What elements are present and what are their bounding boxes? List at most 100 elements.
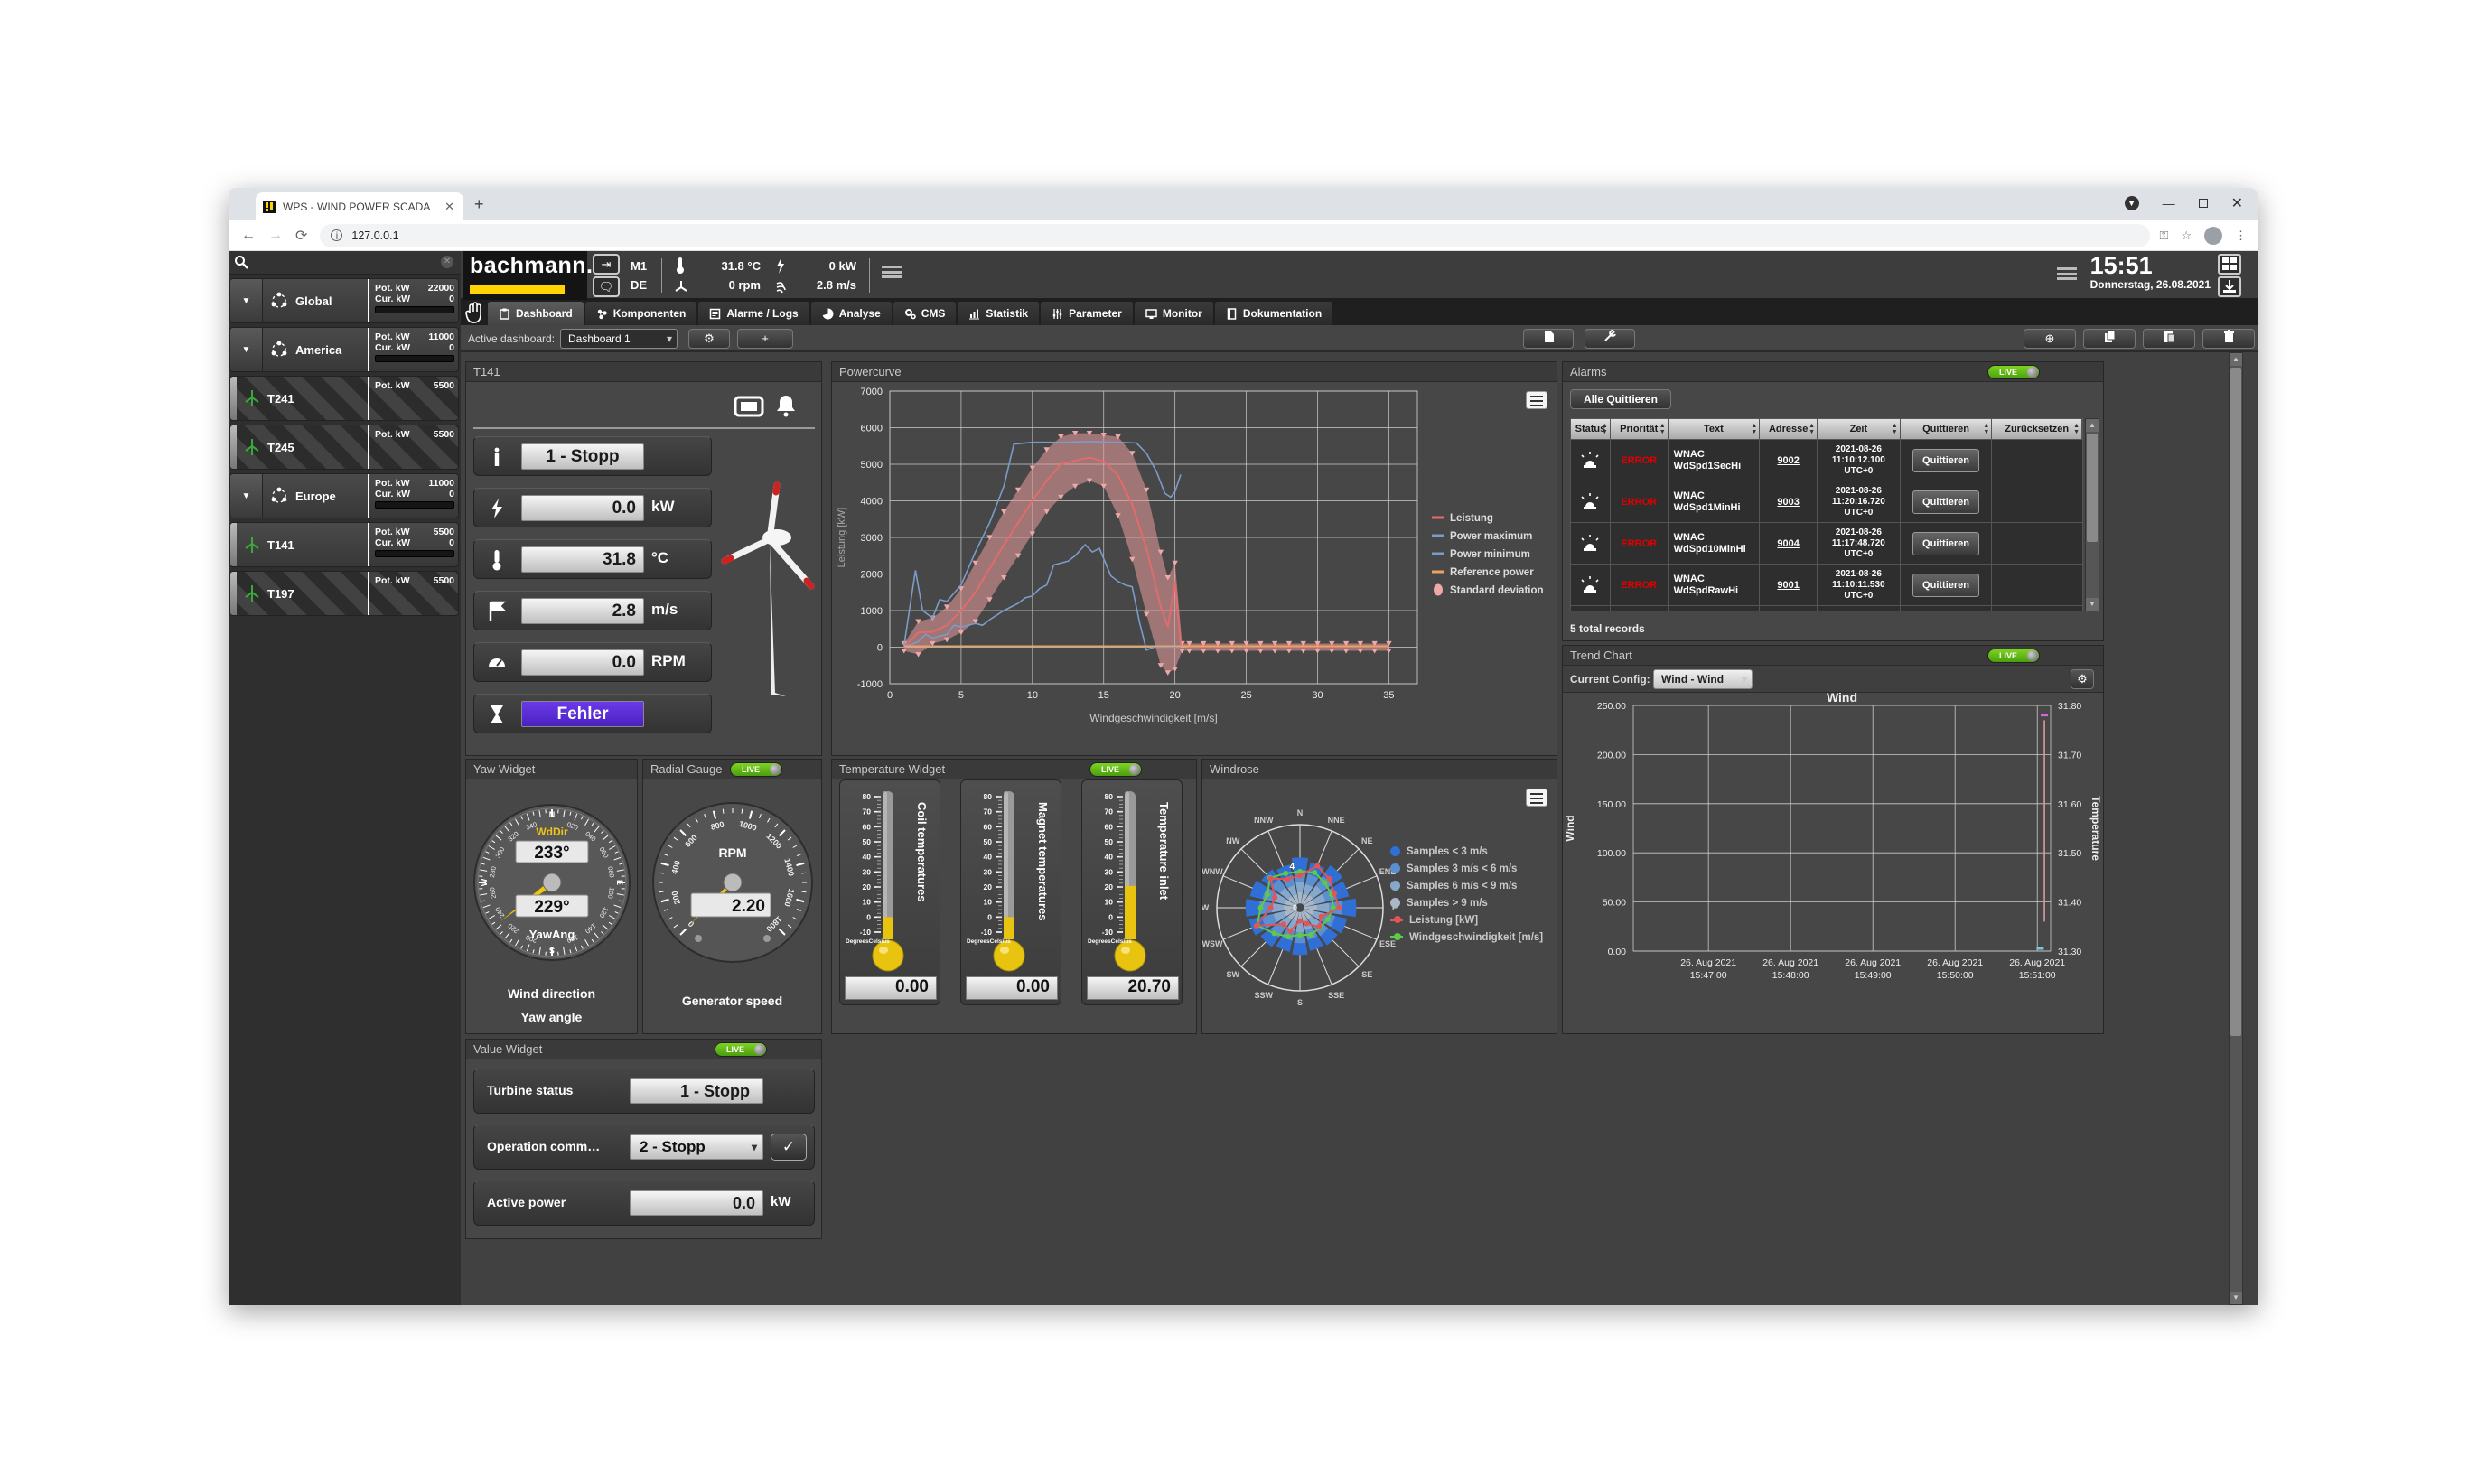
rose-point: [1308, 932, 1313, 938]
alarms-live-toggle[interactable]: LIVE: [1987, 365, 2040, 379]
browser-tab[interactable]: WPS - WIND POWER SCADA ✕: [256, 192, 463, 220]
export-button[interactable]: [2218, 276, 2241, 297]
chart-text: 233°: [534, 844, 569, 863]
tab-close-icon[interactable]: ✕: [443, 200, 456, 214]
value-live-toggle[interactable]: LIVE: [715, 1042, 767, 1057]
scroll-up-icon[interactable]: ▲: [2230, 353, 2242, 366]
scroll-down-icon[interactable]: ▼: [2230, 1292, 2242, 1304]
reload-button[interactable]: ⟳: [295, 227, 307, 245]
scroll-down-icon[interactable]: ▼: [2086, 598, 2099, 611]
address-bar[interactable]: i 127.0.0.1: [320, 224, 2150, 247]
search-clear-icon[interactable]: ✕: [441, 256, 453, 268]
dashboard-settings-button[interactable]: ⚙: [688, 329, 730, 349]
sidebar-item-t241[interactable]: T241Pot. kW5500: [229, 376, 459, 421]
operation-command-select[interactable]: 2 - Stopp▾: [630, 1134, 763, 1160]
quittieren-button[interactable]: Quittieren: [1912, 574, 1979, 597]
copy-button[interactable]: [2083, 329, 2136, 349]
bell-icon[interactable]: [773, 393, 799, 423]
scroll-thumb[interactable]: [2087, 434, 2098, 542]
alarm-address-link[interactable]: 9004: [1777, 538, 1799, 549]
messages-button[interactable]: 🗨: [593, 276, 620, 297]
sidebar-item-europe[interactable]: ▼EuropePot. kW11000Cur. kW0: [229, 473, 459, 518]
scroll-up-icon[interactable]: ▲: [2086, 419, 2099, 432]
config-select[interactable]: Wind - Wind: [1653, 669, 1753, 689]
bookmark-star-icon[interactable]: ☆: [2181, 229, 2192, 243]
tree-search-bar[interactable]: ✕: [229, 251, 461, 275]
trend-live-toggle[interactable]: LIVE: [1987, 649, 2040, 663]
alarms-scrollbar[interactable]: ▲ ▼: [2085, 418, 2099, 611]
trend-settings-button[interactable]: ⚙: [2071, 669, 2094, 689]
tab-analyse[interactable]: Analyse: [811, 302, 892, 325]
scroll-thumb[interactable]: [2230, 368, 2241, 1036]
site-info-icon[interactable]: i: [331, 229, 342, 241]
quittieren-button[interactable]: Quittieren: [1912, 532, 1979, 555]
password-key-icon[interactable]: ⚿: [2159, 229, 2168, 243]
paste-button[interactable]: [2143, 329, 2195, 349]
chart-text: 15:50:00: [1937, 970, 1974, 981]
column-header-quittieren[interactable]: Quittieren▲ ▼: [1901, 419, 1993, 439]
close-button[interactable]: ✕: [2231, 194, 2243, 212]
back-button[interactable]: ←: [241, 228, 256, 244]
tab-dokumentation[interactable]: Dokumentation: [1215, 302, 1332, 325]
column-header-zurücksetzen[interactable]: Zurücksetzen▲ ▼: [1992, 419, 2082, 439]
dashboard-add-button[interactable]: +: [737, 329, 793, 349]
screen-icon[interactable]: [734, 395, 764, 423]
sidebar-item-t197[interactable]: T197Pot. kW5500: [229, 571, 459, 616]
edit-tools-button[interactable]: [1585, 329, 1635, 349]
expand-chevron-icon[interactable]: ▼: [230, 279, 263, 322]
tab-statistik[interactable]: Statistik: [958, 302, 1039, 325]
menu-kebab-icon[interactable]: ⋮: [2235, 229, 2247, 243]
login-button[interactable]: ⇥: [593, 254, 620, 275]
sidebar-item-global[interactable]: ▼GlobalPot. kW22000Cur. kW0: [229, 278, 459, 323]
sidebar-item-t245[interactable]: T245Pot. kW5500: [229, 425, 459, 470]
confirm-command-button[interactable]: ✓: [771, 1134, 807, 1161]
tab-dashboard[interactable]: Dashboard: [488, 302, 584, 325]
new-page-button[interactable]: [1523, 329, 1574, 349]
restore-button[interactable]: [2199, 199, 2208, 208]
tab-monitor[interactable]: Monitor: [1135, 302, 1213, 325]
minimize-button[interactable]: —: [2163, 196, 2175, 210]
rect: [974, 312, 976, 318]
t141-row-kw: 0.0kW: [473, 488, 712, 527]
forward-button[interactable]: →: [268, 228, 283, 244]
tab-cms[interactable]: CMS: [893, 302, 957, 325]
column-header-zeit[interactable]: Zeit▲ ▼: [1818, 419, 1901, 439]
dashboard-select[interactable]: Dashboard 1: [560, 329, 678, 349]
add-widget-button[interactable]: ⊕: [2024, 329, 2076, 349]
content-scrollbar[interactable]: ▲ ▼: [2229, 352, 2243, 1305]
value-row-operation-comm-: Operation comm…2 - Stopp▾✓: [473, 1125, 815, 1170]
alarm-address-link[interactable]: 9002: [1777, 455, 1799, 466]
temperature-live-toggle[interactable]: LIVE: [1089, 762, 1142, 777]
column-header-priorität[interactable]: Priorität▲ ▼: [1611, 419, 1669, 439]
quittieren-button[interactable]: Quittieren: [1912, 490, 1979, 514]
column-header-status[interactable]: Status▲ ▼: [1571, 419, 1611, 439]
gauge-live-toggle[interactable]: LIVE: [730, 762, 782, 777]
tab-parameter[interactable]: Parameter: [1041, 302, 1133, 325]
chart-text: 0: [887, 690, 893, 701]
sidebar-item-t141[interactable]: T141Pot. kW5500Cur. kW0: [229, 522, 459, 567]
column-header-adresse[interactable]: Adresse▲ ▼: [1760, 419, 1818, 439]
legend-item: Windgeschwindigkeit [m/s]: [1390, 929, 1543, 946]
grid-view-button[interactable]: [2218, 254, 2241, 275]
chart-text: W: [1202, 903, 1210, 912]
ack-all-button[interactable]: Alle Quittieren: [1570, 389, 1671, 409]
sidebar-item-america[interactable]: ▼AmericaPot. kW11000Cur. kW0: [229, 327, 459, 372]
chart-text: SSE: [1328, 991, 1344, 1000]
header-menu-icon[interactable]: [2057, 267, 2077, 280]
alarm-address-link[interactable]: 9001: [1777, 580, 1799, 591]
alarm-address-link[interactable]: 9003: [1777, 497, 1799, 508]
new-tab-button[interactable]: +: [474, 195, 484, 214]
profile-avatar[interactable]: [2204, 227, 2222, 245]
delete-button[interactable]: [2202, 329, 2255, 349]
pot-kw-line: Pot. kW11000: [375, 478, 454, 489]
chart-text: 50: [1105, 837, 1114, 846]
pot-kw-label: Pot. kW: [375, 575, 410, 586]
expand-chevron-icon[interactable]: ▼: [230, 328, 263, 371]
expand-chevron-icon[interactable]: ▼: [230, 474, 263, 518]
column-header-text[interactable]: Text▲ ▼: [1669, 419, 1761, 439]
quittieren-button[interactable]: Quittieren: [1912, 449, 1979, 472]
chart-text: 1000: [861, 606, 883, 617]
browser-update-icon[interactable]: ▼: [2125, 196, 2139, 210]
tab-alarme-logs[interactable]: Alarme / Logs: [698, 302, 809, 325]
tab-komponenten[interactable]: Komponenten: [585, 302, 697, 325]
